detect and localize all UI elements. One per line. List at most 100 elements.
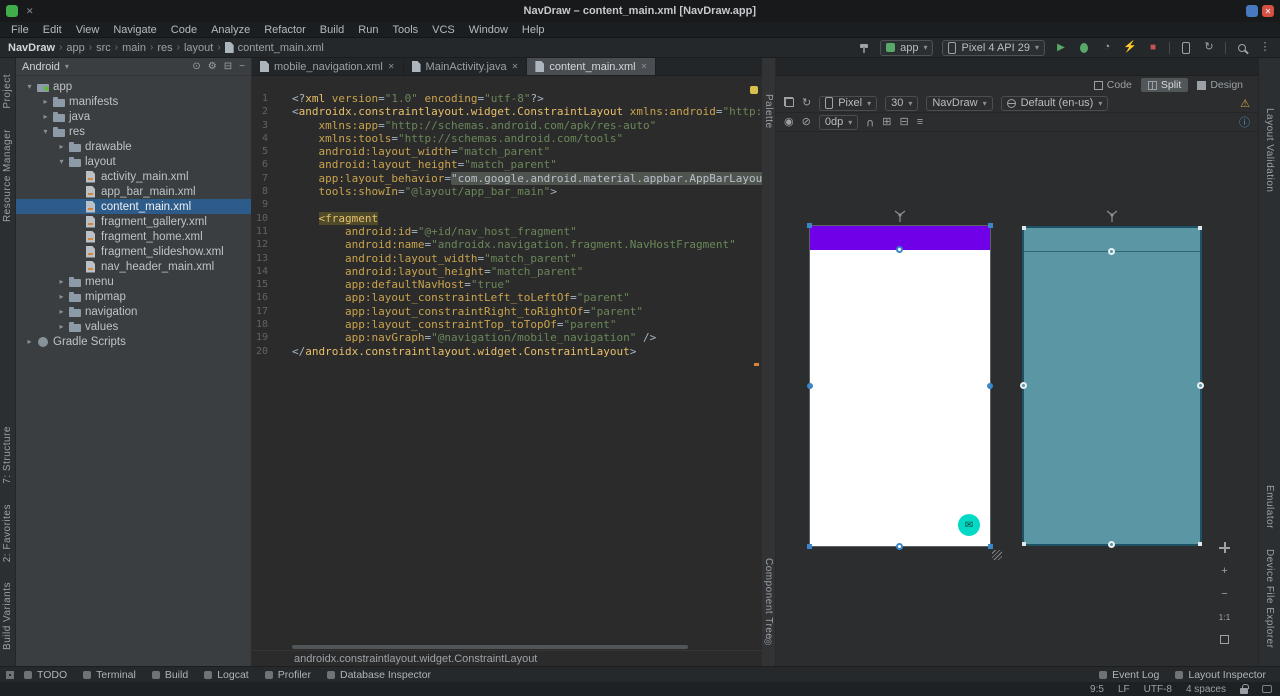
close-window-button[interactable]: ✕ xyxy=(1262,5,1274,17)
code-line-9[interactable]: 9 xyxy=(252,198,762,211)
tree-item-app[interactable]: ▾app xyxy=(16,79,251,94)
tree-chevron-icon[interactable]: ▸ xyxy=(40,112,51,121)
close-tab-icon[interactable]: ✕ xyxy=(641,62,648,71)
tree-chevron-icon[interactable]: ▸ xyxy=(40,97,51,106)
tree-item-fragment-gallery-xml[interactable]: fragment_gallery.xml xyxy=(16,214,251,229)
horizontal-scrollbar[interactable] xyxy=(292,645,688,649)
run-configuration-select[interactable]: app ▾ xyxy=(880,40,933,56)
tool-tab-resource-manager[interactable]: Resource Manager xyxy=(2,129,13,222)
project-view-selector[interactable]: Android xyxy=(22,61,60,73)
window-pin-icon[interactable]: ✕ xyxy=(26,6,34,17)
memory-indicator-icon[interactable] xyxy=(1262,685,1272,693)
breadcrumb-item-src[interactable]: src xyxy=(96,42,111,54)
tool-tab-build-variants[interactable]: Build Variants xyxy=(2,582,13,650)
line-separator[interactable]: LF xyxy=(1118,684,1130,695)
menu-file[interactable]: File xyxy=(4,24,36,36)
resize-grip[interactable] xyxy=(992,550,1002,560)
device-manager-button[interactable] xyxy=(1179,41,1193,55)
preview-fab[interactable]: ✉ xyxy=(958,514,980,536)
code-line-2[interactable]: 2<androidx.constraintlayout.widget.Const… xyxy=(252,105,762,118)
device-menu[interactable]: Pixel ▾ xyxy=(819,96,877,111)
tab-mainactivity-java[interactable]: MainActivity.java✕ xyxy=(404,58,528,75)
tool-window-switcher-icon[interactable] xyxy=(6,671,14,679)
zoom-100-button[interactable]: 1:1 xyxy=(1217,609,1232,624)
view-mode-split[interactable]: Split xyxy=(1141,78,1188,92)
selection-handle-tl[interactable] xyxy=(807,223,812,228)
tool-tab-7-structure[interactable]: 7: Structure xyxy=(2,426,13,484)
code-line-17[interactable]: 17 app:layout_constraintRight_toRightOf=… xyxy=(252,305,762,318)
tree-chevron-icon[interactable]: ▸ xyxy=(56,322,67,331)
tree-item-drawable[interactable]: ▸drawable xyxy=(16,139,251,154)
code-line-6[interactable]: 6 android:layout_height="match_parent" xyxy=(252,158,762,171)
menu-window[interactable]: Window xyxy=(462,24,515,36)
debug-button[interactable] xyxy=(1077,41,1091,55)
blueprint-anchor-right[interactable] xyxy=(1197,382,1204,389)
menu-refactor[interactable]: Refactor xyxy=(257,24,313,36)
blueprint-preview[interactable] xyxy=(1022,226,1202,546)
view-options-button[interactable]: ◉ xyxy=(784,117,794,128)
tree-item-fragment-slideshow-xml[interactable]: fragment_slideshow.xml xyxy=(16,244,251,259)
tab-mobile-navigation-xml[interactable]: mobile_navigation.xml✕ xyxy=(252,58,404,75)
guidelines-button[interactable]: ≡ xyxy=(917,117,923,128)
code-line-19[interactable]: 19 app:navGraph="@navigation/mobile_navi… xyxy=(252,331,762,344)
menu-analyze[interactable]: Analyze xyxy=(204,24,257,36)
device-select[interactable]: Pixel 4 API 29 ▾ xyxy=(942,40,1045,56)
selection-handle-ml[interactable] xyxy=(807,383,813,389)
inspection-status-icon[interactable] xyxy=(750,86,758,94)
build-hammer-icon[interactable] xyxy=(859,42,870,53)
constraint-anchor-top[interactable] xyxy=(896,246,903,253)
menu-tools[interactable]: Tools xyxy=(385,24,425,36)
code-line-10[interactable]: 10 <fragment xyxy=(252,212,762,225)
locale-menu[interactable]: Default (en-us) ▾ xyxy=(1001,96,1109,111)
tool-button-terminal[interactable]: Terminal xyxy=(75,669,144,681)
code-line-1[interactable]: 1<?xml version="1.0" encoding="utf-8"?> xyxy=(252,92,762,105)
component-tree-tab[interactable]: Component Tree xyxy=(763,558,774,640)
menu-run[interactable]: Run xyxy=(351,24,385,36)
code-line-5[interactable]: 5 android:layout_width="match_parent" xyxy=(252,145,762,158)
theme-menu[interactable]: NavDraw ▾ xyxy=(926,96,992,111)
apply-changes-button[interactable]: ⚡ xyxy=(1123,41,1137,55)
breadcrumb-item-res[interactable]: res xyxy=(157,42,172,54)
tree-item-java[interactable]: ▸java xyxy=(16,109,251,124)
toolbar-overflow-button[interactable]: ⋮ xyxy=(1258,41,1272,55)
tree-item-layout[interactable]: ▾layout xyxy=(16,154,251,169)
tool-tab-device-file-explorer[interactable]: Device File Explorer xyxy=(1264,549,1275,648)
warnings-button[interactable]: ⚠ xyxy=(1240,97,1250,110)
tab-content-main-xml[interactable]: content_main.xml✕ xyxy=(527,58,656,75)
selection-handle-mr[interactable] xyxy=(987,383,993,389)
tree-item-values[interactable]: ▸values xyxy=(16,319,251,334)
constraint-anchor-bottom[interactable] xyxy=(896,543,903,550)
align-button[interactable]: ⊟ xyxy=(899,117,908,128)
close-tab-icon[interactable]: ✕ xyxy=(388,62,395,71)
pack-button[interactable]: ⊞ xyxy=(882,117,891,128)
code-editor[interactable]: 1<?xml version="1.0" encoding="utf-8"?>2… xyxy=(252,76,762,650)
tool-button-event-log[interactable]: Event Log xyxy=(1091,669,1167,681)
tree-chevron-icon[interactable]: ▾ xyxy=(40,127,51,136)
settings-gear-button[interactable]: ⚙ xyxy=(208,61,217,72)
menu-build[interactable]: Build xyxy=(313,24,351,36)
tool-button-logcat[interactable]: Logcat xyxy=(196,669,257,681)
code-line-14[interactable]: 14 android:layout_height="match_parent" xyxy=(252,265,762,278)
selection-handle-tr[interactable] xyxy=(988,223,993,228)
blueprint-anchor-left[interactable] xyxy=(1020,382,1027,389)
tree-chevron-icon[interactable]: ▾ xyxy=(24,82,35,91)
blueprint-anchor-bottom[interactable] xyxy=(1108,541,1115,548)
zoom-in-button[interactable]: + xyxy=(1217,563,1232,578)
tool-tab-layout-validation[interactable]: Layout Validation xyxy=(1264,108,1275,192)
profile-button[interactable]: ◔ xyxy=(1100,41,1114,55)
run-button[interactable]: ▶ xyxy=(1054,41,1068,55)
code-line-4[interactable]: 4 xmlns:tools="http://schemas.android.co… xyxy=(252,132,762,145)
design-preview[interactable]: ✉ xyxy=(810,226,990,546)
zoom-to-fit-button[interactable] xyxy=(1217,632,1232,647)
search-everywhere-button[interactable] xyxy=(1235,41,1249,55)
tree-chevron-icon[interactable]: ▸ xyxy=(56,277,67,286)
palette-tab[interactable]: Palette xyxy=(763,94,774,129)
code-line-7[interactable]: 7 app:layout_behavior="com.google.androi… xyxy=(252,172,762,185)
selection-handle-br[interactable] xyxy=(988,544,993,549)
tool-button-build[interactable]: Build xyxy=(144,669,196,681)
tool-tab-2-favorites[interactable]: 2: Favorites xyxy=(2,504,13,562)
code-line-11[interactable]: 11 android:id="@+id/nav_host_fragment" xyxy=(252,225,762,238)
maximize-button[interactable] xyxy=(1246,5,1258,17)
breadcrumb-item-app[interactable]: app xyxy=(66,42,84,54)
tree-item-nav-header-main-xml[interactable]: nav_header_main.xml xyxy=(16,259,251,274)
